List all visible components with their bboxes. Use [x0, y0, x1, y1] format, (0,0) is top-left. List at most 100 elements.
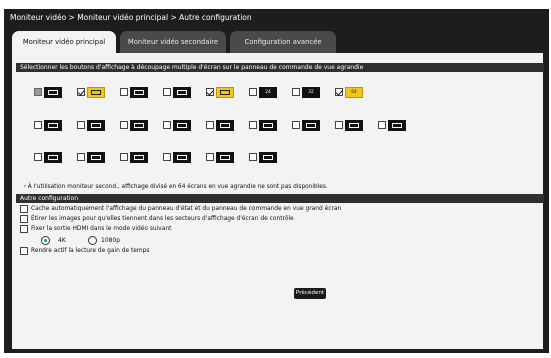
twenty-four-split-icon[interactable]: 24 — [259, 87, 277, 98]
split-layout-frame — [263, 155, 273, 160]
split-note: ・À l'utilisation moniteur second., affic… — [22, 184, 328, 190]
split-option[interactable]: 24 — [249, 87, 279, 98]
single-screen-icon[interactable] — [44, 87, 62, 98]
split-option-checkbox[interactable] — [292, 88, 300, 96]
split-option-checkbox[interactable] — [249, 153, 257, 161]
mixed-grid-icon[interactable] — [259, 152, 277, 163]
other-section-header: Autre configuration — [16, 194, 544, 203]
split-option-checkbox[interactable] — [120, 121, 128, 129]
split-layout-frame — [177, 90, 187, 95]
dual-split-icon[interactable] — [44, 152, 62, 163]
side-strip-alt-icon[interactable] — [388, 120, 406, 131]
split-option[interactable] — [120, 152, 150, 163]
split-option[interactable] — [77, 120, 107, 131]
split-option[interactable]: 32 — [292, 87, 322, 98]
split-layout-frame — [91, 90, 101, 95]
split-option-checkbox[interactable] — [335, 88, 343, 96]
split-option[interactable] — [120, 87, 150, 98]
back-button[interactable]: Précédent — [294, 288, 326, 299]
split-option-checkbox[interactable] — [335, 121, 343, 129]
split-option-checkbox[interactable] — [120, 153, 128, 161]
split-option-checkbox[interactable] — [249, 121, 257, 129]
split-option-checkbox — [34, 88, 42, 96]
split-option-checkbox[interactable] — [163, 88, 171, 96]
settings-window: Moniteur vidéo > Moniteur vidéo principa… — [4, 9, 549, 353]
auto-hide-label: Cache automatiquement l'affichage du pan… — [31, 206, 342, 212]
auto-hide-checkbox[interactable] — [20, 205, 28, 213]
large-plus-small-icon[interactable] — [216, 120, 234, 131]
split-layout-frame — [134, 123, 144, 128]
fix-hdmi-label: Fixer la sortie HDMI dans le mode vidéo … — [31, 226, 172, 232]
split-section-header: Sélectionner les boutons d'affichage à d… — [16, 63, 544, 72]
hdmi-4k-radio[interactable] — [41, 236, 50, 245]
split-option[interactable] — [206, 120, 236, 131]
split-layout-frame — [91, 155, 101, 160]
split-option-checkbox[interactable] — [77, 153, 85, 161]
mixed-split-icon[interactable] — [173, 152, 191, 163]
split-option[interactable] — [77, 87, 107, 98]
split-layout-frame — [220, 90, 230, 95]
split-option-checkbox[interactable] — [120, 88, 128, 96]
side-strip-icon[interactable] — [345, 120, 363, 131]
split-option[interactable] — [335, 120, 365, 131]
split-option[interactable] — [378, 120, 408, 131]
split-option-checkbox[interactable] — [249, 88, 257, 96]
thirty-two-split-icon[interactable] — [216, 87, 234, 98]
split-layout-frame — [134, 90, 144, 95]
stretch-checkbox[interactable] — [20, 215, 28, 223]
split-option-checkbox[interactable] — [206, 153, 214, 161]
split-option[interactable] — [34, 87, 64, 98]
split-option-checkbox[interactable] — [77, 88, 85, 96]
split-layout-frame — [48, 90, 58, 95]
split-layout-frame — [220, 123, 230, 128]
split-option[interactable] — [120, 120, 150, 131]
sixty-four-split-icon[interactable]: 64 — [345, 87, 363, 98]
tab-secondary-monitor[interactable]: Moniteur vidéo secondaire — [120, 31, 226, 53]
wide-sixteen-icon[interactable] — [173, 120, 191, 131]
split-option[interactable] — [163, 87, 193, 98]
mixed-split-alt-icon[interactable] — [216, 152, 234, 163]
tab-main-monitor[interactable]: Moniteur vidéo principal — [12, 31, 116, 53]
split-option-checkbox[interactable] — [163, 153, 171, 161]
split-layout-frame — [48, 155, 58, 160]
split-option-label: 32 — [308, 90, 314, 95]
split-option[interactable] — [292, 120, 322, 131]
triple-split-icon[interactable] — [87, 152, 105, 163]
split-layout-frame — [134, 155, 144, 160]
split-option[interactable] — [77, 152, 107, 163]
split-option-checkbox[interactable] — [163, 121, 171, 129]
split-option-checkbox[interactable] — [34, 121, 42, 129]
nine-split-icon[interactable] — [130, 87, 148, 98]
split-option[interactable] — [34, 152, 64, 163]
split-option-checkbox[interactable] — [292, 121, 300, 129]
thirty-two-grid-icon[interactable]: 32 — [302, 87, 320, 98]
tab-advanced-config[interactable]: Configuration avancée — [230, 31, 336, 53]
large-plus-grid-icon[interactable] — [259, 120, 277, 131]
split-option[interactable] — [249, 152, 279, 163]
split-option[interactable] — [163, 152, 193, 163]
split-option-checkbox[interactable] — [206, 121, 214, 129]
wide-nine-icon[interactable] — [130, 120, 148, 131]
split-option[interactable]: 64 — [335, 87, 365, 98]
split-option-checkbox[interactable] — [77, 121, 85, 129]
split-option[interactable] — [206, 152, 236, 163]
large-plus-strip-icon[interactable] — [302, 120, 320, 131]
split-option[interactable] — [206, 87, 236, 98]
hdmi-1080p-radio[interactable] — [88, 236, 97, 245]
wide-quad-icon[interactable] — [87, 120, 105, 131]
fix-hdmi-checkbox[interactable] — [20, 225, 28, 233]
split-option[interactable] — [249, 120, 279, 131]
time-saving-checkbox[interactable] — [20, 247, 28, 255]
split-option-checkbox[interactable] — [378, 121, 386, 129]
split-layout-frame — [349, 123, 359, 128]
quad-split-icon[interactable] — [87, 87, 105, 98]
quad-column-icon[interactable] — [130, 152, 148, 163]
split-option-checkbox[interactable] — [34, 153, 42, 161]
split-option[interactable] — [34, 120, 64, 131]
hdmi-4k-label: 4K — [58, 237, 66, 244]
sixteen-split-icon[interactable] — [173, 87, 191, 98]
split-option[interactable] — [163, 120, 193, 131]
breadcrumb: Moniteur vidéo > Moniteur vidéo principa… — [10, 13, 252, 22]
split-option-checkbox[interactable] — [206, 88, 214, 96]
wide-single-icon[interactable] — [44, 120, 62, 131]
